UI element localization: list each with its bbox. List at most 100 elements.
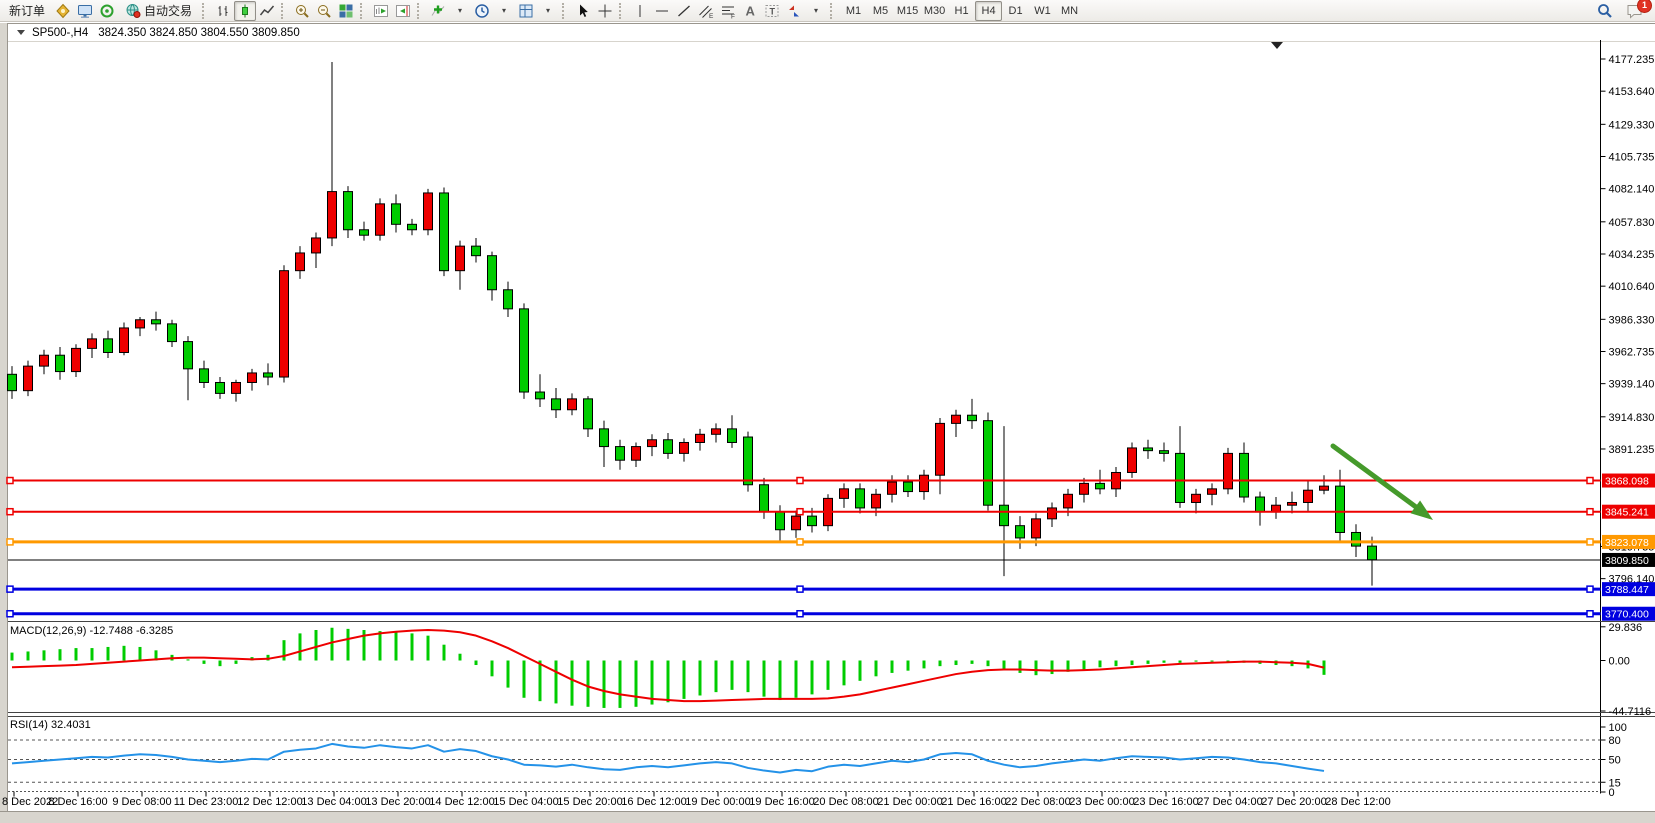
timeframe-m15[interactable]: M15 <box>894 1 921 21</box>
svg-text:15 Dec 04:00: 15 Dec 04:00 <box>493 796 558 808</box>
period-clock-icon[interactable] <box>471 1 493 21</box>
timeframe-h1[interactable]: H1 <box>948 1 975 21</box>
svg-text:23 Dec 00:00: 23 Dec 00:00 <box>1069 796 1134 808</box>
search-icon[interactable] <box>1593 1 1617 21</box>
timeframe-d1[interactable]: D1 <box>1002 1 1029 21</box>
auto-trading-button[interactable]: 自动交易 <box>118 1 199 21</box>
svg-text:3868.098: 3868.098 <box>1605 476 1649 488</box>
channel-icon[interactable]: E <box>695 1 717 21</box>
svg-text:15 Dec 20:00: 15 Dec 20:00 <box>557 796 622 808</box>
chart-shift-icon[interactable] <box>392 1 414 21</box>
toolbar-grip <box>619 3 624 19</box>
new-order-button[interactable]: 新订单 <box>2 1 52 21</box>
svg-text:27 Dec 04:00: 27 Dec 04:00 <box>1197 796 1262 808</box>
svg-text:19 Dec 00:00: 19 Dec 00:00 <box>685 796 750 808</box>
toolbar-grip <box>417 3 422 19</box>
auto-trading-label: 自动交易 <box>144 2 192 19</box>
svg-text:27 Dec 20:00: 27 Dec 20:00 <box>1261 796 1326 808</box>
add-indicator-dropdown[interactable]: ▾ <box>449 1 471 21</box>
zoom-in-icon[interactable] <box>291 1 313 21</box>
vertical-line-icon[interactable] <box>629 1 651 21</box>
price-label-pills: 3868.0983845.2413823.0783788.4473770.400… <box>1602 474 1655 621</box>
horizontal-line-objects[interactable] <box>7 478 1601 617</box>
svg-text:29.836: 29.836 <box>1609 622 1643 634</box>
svg-text:3986.330: 3986.330 <box>1609 314 1655 326</box>
rsi-label: RSI(14) 32.4031 <box>10 719 91 731</box>
chart-shift-marker[interactable] <box>1271 42 1283 49</box>
tile-windows-icon[interactable] <box>335 1 357 21</box>
svg-text:3939.140: 3939.140 <box>1609 379 1655 391</box>
candle-chart-icon[interactable] <box>234 1 256 21</box>
svg-text:14 Dec 12:00: 14 Dec 12:00 <box>429 796 494 808</box>
svg-text:19 Dec 16:00: 19 Dec 16:00 <box>749 796 814 808</box>
window-bottom-edge <box>0 811 1655 823</box>
add-indicator-icon[interactable] <box>427 1 449 21</box>
time-axis[interactable]: 8 Dec 20228 Dec 16:009 Dec 08:0011 Dec 2… <box>2 792 1391 809</box>
svg-text:9 Dec 08:00: 9 Dec 08:00 <box>112 796 171 808</box>
timeframe-m1[interactable]: M1 <box>840 1 867 21</box>
globe-icon <box>125 3 141 19</box>
svg-text:23 Dec 16:00: 23 Dec 16:00 <box>1133 796 1198 808</box>
svg-text:4153.640: 4153.640 <box>1609 86 1655 98</box>
template-icon[interactable] <box>515 1 537 21</box>
timeframe-m5[interactable]: M5 <box>867 1 894 21</box>
shapes-icon[interactable] <box>783 1 805 21</box>
svg-text:12 Dec 12:00: 12 Dec 12:00 <box>237 796 302 808</box>
line-chart-icon[interactable] <box>256 1 278 21</box>
timeframe-mn[interactable]: MN <box>1056 1 1083 21</box>
svg-text:80: 80 <box>1609 735 1621 747</box>
svg-text:20 Dec 08:00: 20 Dec 08:00 <box>813 796 878 808</box>
market-watch-icon[interactable] <box>74 1 96 21</box>
trend-arrow-annotation[interactable] <box>1333 446 1433 520</box>
rsi-indicator: RSI(14) 32.4031 <box>10 719 1324 773</box>
svg-text:13 Dec 04:00: 13 Dec 04:00 <box>301 796 366 808</box>
svg-text:28 Dec 12:00: 28 Dec 12:00 <box>1325 796 1390 808</box>
shapes-dropdown[interactable]: ▾ <box>805 1 827 21</box>
fibonacci-icon[interactable]: F <box>717 1 739 21</box>
candlestick-series <box>8 62 1377 586</box>
cursor-icon[interactable] <box>572 1 594 21</box>
chat-icon[interactable]: 1 <box>1623 1 1647 21</box>
svg-text:3962.735: 3962.735 <box>1609 346 1655 358</box>
chart-canvas[interactable]: 4177.2354153.6404129.3304105.7354082.140… <box>0 40 1655 811</box>
svg-text:8 Dec 16:00: 8 Dec 16:00 <box>48 796 107 808</box>
timeframe-w1[interactable]: W1 <box>1029 1 1056 21</box>
svg-text:3788.447: 3788.447 <box>1605 584 1649 596</box>
svg-text:3891.235: 3891.235 <box>1609 444 1655 456</box>
bar-chart-icon[interactable] <box>212 1 234 21</box>
signal-icon[interactable] <box>96 1 118 21</box>
svg-text:4034.235: 4034.235 <box>1609 249 1655 261</box>
horizontal-line-icon[interactable] <box>651 1 673 21</box>
trading-app-window: { "toolbar": { "new_order_label": "新订单",… <box>0 0 1655 823</box>
svg-text:13 Dec 20:00: 13 Dec 20:00 <box>365 796 430 808</box>
svg-text:-44.7116: -44.7116 <box>1609 706 1652 718</box>
svg-text:3809.850: 3809.850 <box>1605 555 1649 567</box>
template-dropdown[interactable]: ▾ <box>537 1 559 21</box>
toolbar-grip <box>360 3 365 19</box>
text-icon[interactable]: A <box>739 1 761 21</box>
svg-text:50: 50 <box>1609 755 1621 767</box>
chevron-down-icon[interactable] <box>17 30 25 35</box>
crosshair-icon[interactable] <box>594 1 616 21</box>
auto-scroll-icon[interactable] <box>370 1 392 21</box>
svg-text:F: F <box>731 13 735 19</box>
svg-text:4082.140: 4082.140 <box>1609 184 1655 196</box>
timeframe-h4[interactable]: H4 <box>975 1 1002 21</box>
timeframe-m30[interactable]: M30 <box>921 1 948 21</box>
ohlc-values: 3824.350 3824.850 3804.550 3809.850 <box>98 27 299 39</box>
pane-frames <box>8 40 1655 794</box>
text-label-icon[interactable]: T <box>761 1 783 21</box>
svg-text:3823.078: 3823.078 <box>1605 537 1649 549</box>
zoom-out-icon[interactable] <box>313 1 335 21</box>
toolbar-grip <box>830 3 835 19</box>
svg-text:16 Dec 12:00: 16 Dec 12:00 <box>621 796 686 808</box>
svg-text:4177.235: 4177.235 <box>1609 54 1655 66</box>
trendline-icon[interactable] <box>673 1 695 21</box>
main-toolbar: 新订单 自动交易 ▾ <box>0 0 1655 22</box>
svg-text:22 Dec 08:00: 22 Dec 08:00 <box>1005 796 1070 808</box>
gold-seal-icon[interactable] <box>52 1 74 21</box>
toolbar-grip <box>202 3 207 19</box>
price-axis[interactable]: 4177.2354153.6404129.3304105.7354082.140… <box>1601 54 1655 799</box>
svg-text:0.00: 0.00 <box>1609 656 1630 668</box>
period-dropdown[interactable]: ▾ <box>493 1 515 21</box>
